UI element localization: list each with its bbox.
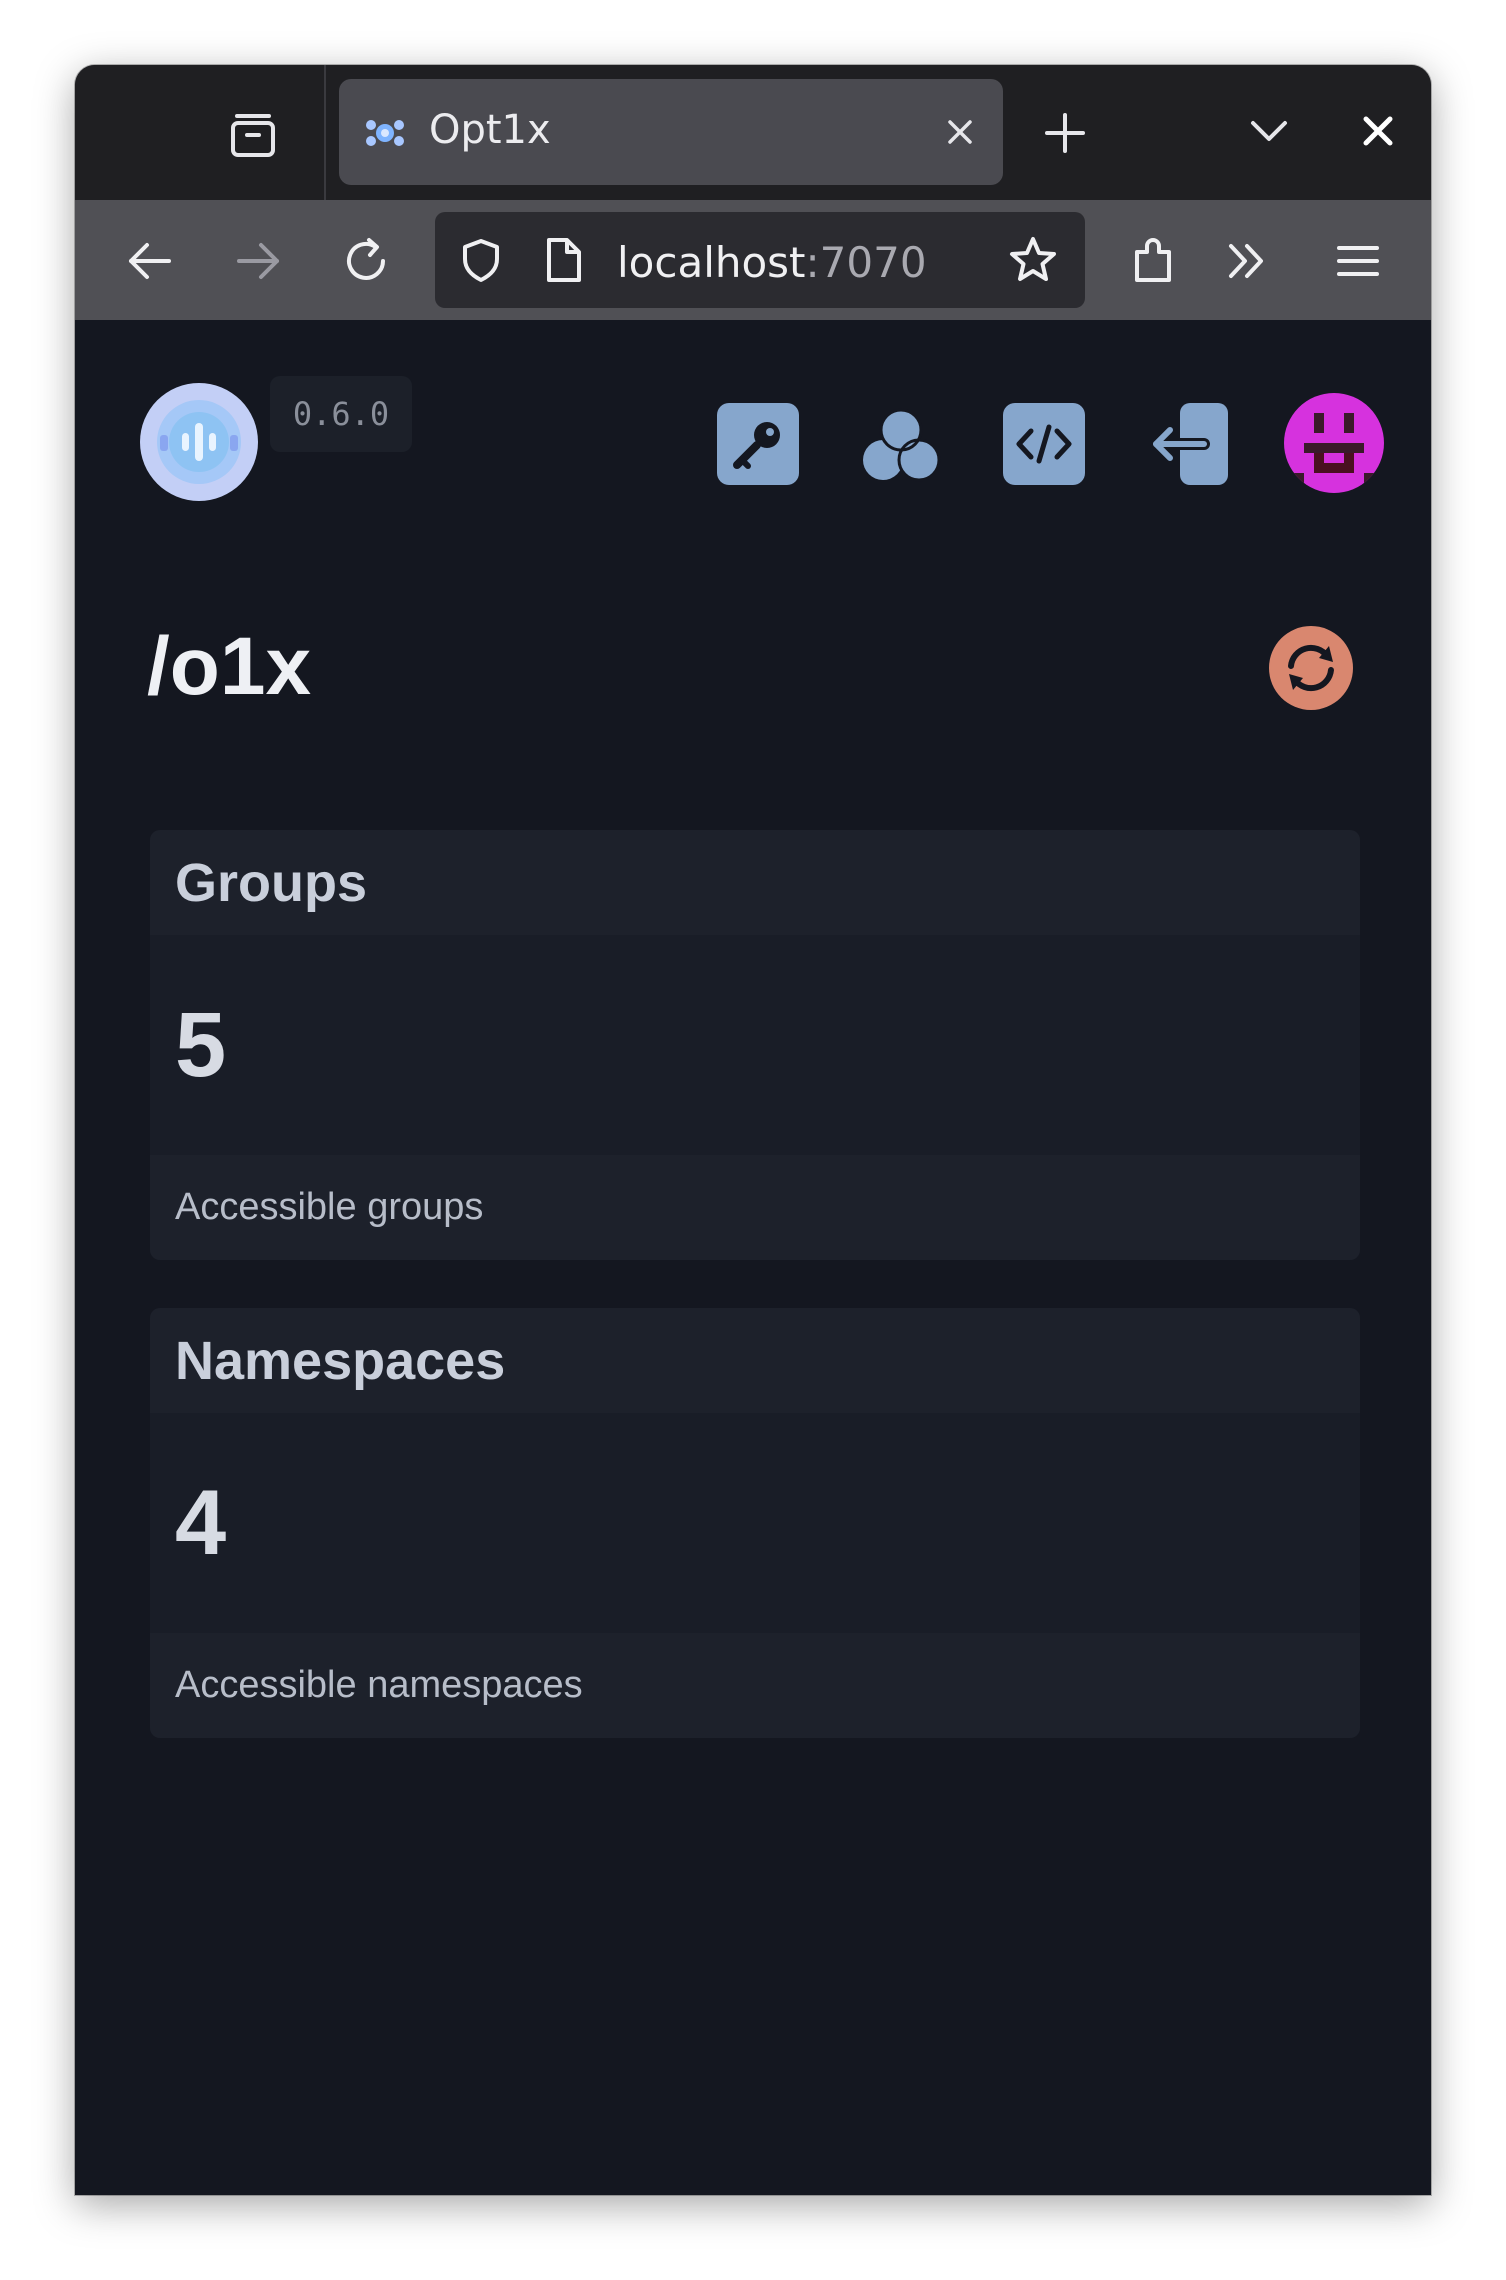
card-footer: Accessible namespaces — [150, 1633, 1360, 1738]
tab-divider — [324, 65, 326, 200]
refresh-button[interactable] — [1269, 626, 1353, 710]
navigation-toolbar: localhost:7070 — [75, 200, 1431, 320]
version-badge: 0.6.0 — [270, 376, 412, 452]
groups-icon — [863, 408, 941, 482]
tab-opt1x[interactable]: Opt1x — [339, 79, 1003, 185]
back-icon[interactable] — [123, 234, 177, 288]
page-icon — [547, 238, 581, 282]
bookmark-star-icon[interactable] — [1007, 234, 1059, 286]
card-body: 4 — [150, 1413, 1360, 1633]
overflow-chevrons-icon[interactable] — [1221, 234, 1275, 288]
reload-icon[interactable] — [339, 234, 393, 288]
card-header: Groups — [150, 830, 1360, 935]
window-close-icon[interactable] — [1358, 111, 1398, 151]
groups-button[interactable] — [860, 403, 942, 485]
key-icon — [717, 403, 799, 485]
url-text[interactable]: localhost:7070 — [617, 238, 927, 287]
card-description: Accessible groups — [175, 1186, 484, 1228]
card-header: Namespaces — [150, 1308, 1360, 1413]
namespaces-count: 4 — [175, 1471, 227, 1574]
app-favicon-icon — [366, 120, 404, 146]
forward-icon[interactable] — [231, 234, 285, 288]
logout-icon — [1150, 403, 1228, 485]
groups-card: Groups 5 Accessible groups — [150, 830, 1360, 1260]
identicon-avatar-icon — [1284, 393, 1384, 493]
tab-strip: Opt1x — [75, 65, 1431, 200]
app-logo[interactable] — [140, 383, 258, 501]
robot-logo-icon — [157, 400, 241, 484]
tab-close-icon[interactable] — [941, 113, 979, 151]
browser-window: Opt1x localhost:7070 0.6.0 /o1x Groups 5… — [75, 65, 1431, 2195]
card-footer: Accessible groups — [150, 1155, 1360, 1260]
tab-title: Opt1x — [429, 107, 551, 153]
shield-icon[interactable] — [457, 236, 505, 284]
groups-count: 5 — [175, 993, 227, 1096]
user-avatar[interactable] — [1284, 393, 1384, 493]
extensions-icon[interactable] — [1127, 234, 1181, 288]
refresh-icon — [1288, 644, 1334, 692]
namespaces-card: Namespaces 4 Accessible namespaces — [150, 1308, 1360, 1738]
tab-overview-icon[interactable] — [225, 107, 281, 163]
page-title: /o1x — [147, 621, 312, 712]
hamburger-menu-icon[interactable] — [1331, 234, 1385, 288]
api-docs-button[interactable] — [1003, 403, 1085, 485]
app-page: 0.6.0 /o1x Groups 5 Accessible groups Na… — [75, 320, 1431, 2195]
card-description: Accessible namespaces — [175, 1664, 583, 1706]
card-title: Namespaces — [175, 1330, 506, 1391]
card-body: 5 — [150, 935, 1360, 1155]
chevron-down-icon[interactable] — [1247, 111, 1291, 151]
logout-button[interactable] — [1146, 403, 1228, 485]
api-keys-button[interactable] — [717, 403, 799, 485]
new-tab-icon[interactable] — [1041, 109, 1089, 157]
url-bar[interactable]: localhost:7070 — [435, 212, 1085, 308]
code-icon — [1003, 403, 1085, 485]
card-title: Groups — [175, 852, 368, 913]
